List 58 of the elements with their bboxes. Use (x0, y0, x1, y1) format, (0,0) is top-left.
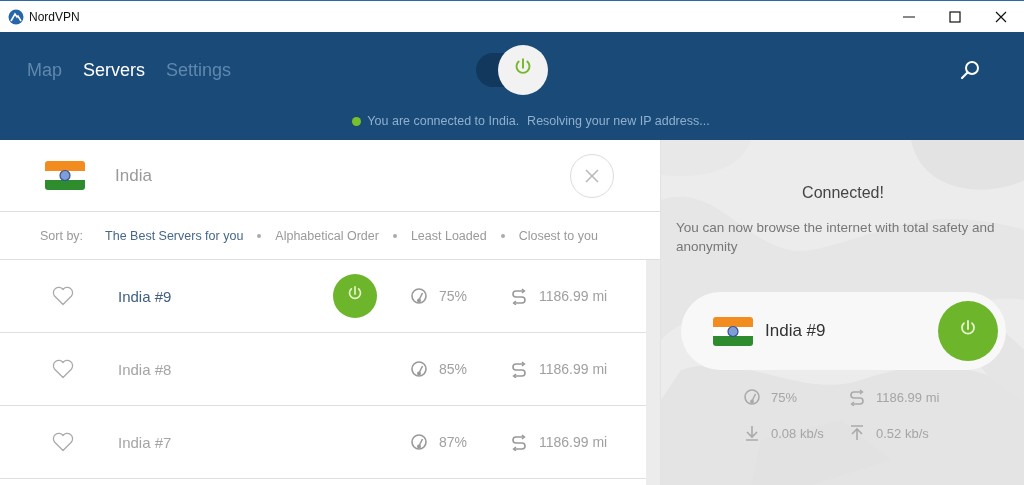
favorite-button[interactable] (51, 430, 75, 454)
server-load: 75% (771, 389, 798, 405)
server-name[interactable]: India #7 (118, 433, 172, 451)
upload-icon (848, 424, 866, 442)
separator-dot (500, 233, 505, 238)
sort-option[interactable]: Least Loaded (410, 228, 487, 243)
power-button[interactable] (938, 301, 998, 361)
server-distance: 1186.99 mi (539, 361, 608, 377)
nav-tab[interactable]: Servers (83, 59, 146, 81)
favorite-button[interactable] (51, 284, 75, 308)
separator-dot (257, 233, 262, 238)
sort-label: Sort by: (40, 228, 84, 243)
search-button[interactable] (958, 58, 982, 82)
download-icon (743, 424, 761, 442)
server-load: 87% (439, 434, 468, 450)
status-detail: Resolving your new IP address... (527, 114, 710, 128)
server-load: 75% (439, 288, 468, 304)
server-name: India #9 (765, 321, 826, 341)
maximize-icon (949, 10, 961, 23)
server-distance: 1186.99 mi (539, 434, 608, 450)
flag-icon (713, 316, 753, 346)
close-icon (584, 167, 600, 184)
nav-tab[interactable]: Settings (166, 59, 232, 81)
panel-title: Connected! (801, 184, 885, 202)
status-text: You are connected to India. (367, 114, 520, 128)
nav-tab[interactable]: Map (27, 59, 62, 81)
app-logo-icon (8, 8, 24, 25)
gauge-icon (410, 433, 428, 451)
favorite-button[interactable] (51, 357, 75, 381)
sort-option[interactable]: The Best Servers for you (105, 228, 244, 243)
route-icon (510, 287, 528, 305)
download-speed: 0.08 kb/s (771, 425, 824, 441)
close-icon (995, 10, 1007, 23)
search-icon (960, 60, 980, 80)
scrollbar[interactable] (646, 260, 660, 485)
gauge-icon (743, 388, 761, 406)
heart-icon (51, 284, 75, 308)
heart-icon (51, 357, 75, 381)
panel-message: You can now browse the internet with total safety and anonymity (676, 219, 996, 256)
route-icon (510, 360, 528, 378)
flag-icon (45, 161, 85, 190)
window-title: NordVPN (29, 9, 80, 24)
gauge-icon (410, 287, 428, 305)
route-icon (510, 433, 528, 451)
connection-toggle[interactable] (476, 44, 548, 96)
gauge-icon (410, 360, 428, 378)
power-button[interactable] (333, 274, 377, 318)
server-distance: 1186.99 mi (539, 288, 608, 304)
heart-icon (51, 430, 75, 454)
route-icon (848, 388, 866, 406)
sort-option[interactable]: Alphabetical Order (275, 228, 379, 243)
server-load: 85% (439, 361, 468, 377)
sort-option[interactable]: Closest to you (518, 228, 598, 243)
server-name[interactable]: India #8 (118, 360, 172, 378)
server-distance: 1186.99 mi (876, 389, 940, 405)
separator-dot (392, 233, 397, 238)
upload-speed: 0.52 kb/s (876, 425, 929, 441)
server-name[interactable]: India #9 (118, 287, 172, 305)
